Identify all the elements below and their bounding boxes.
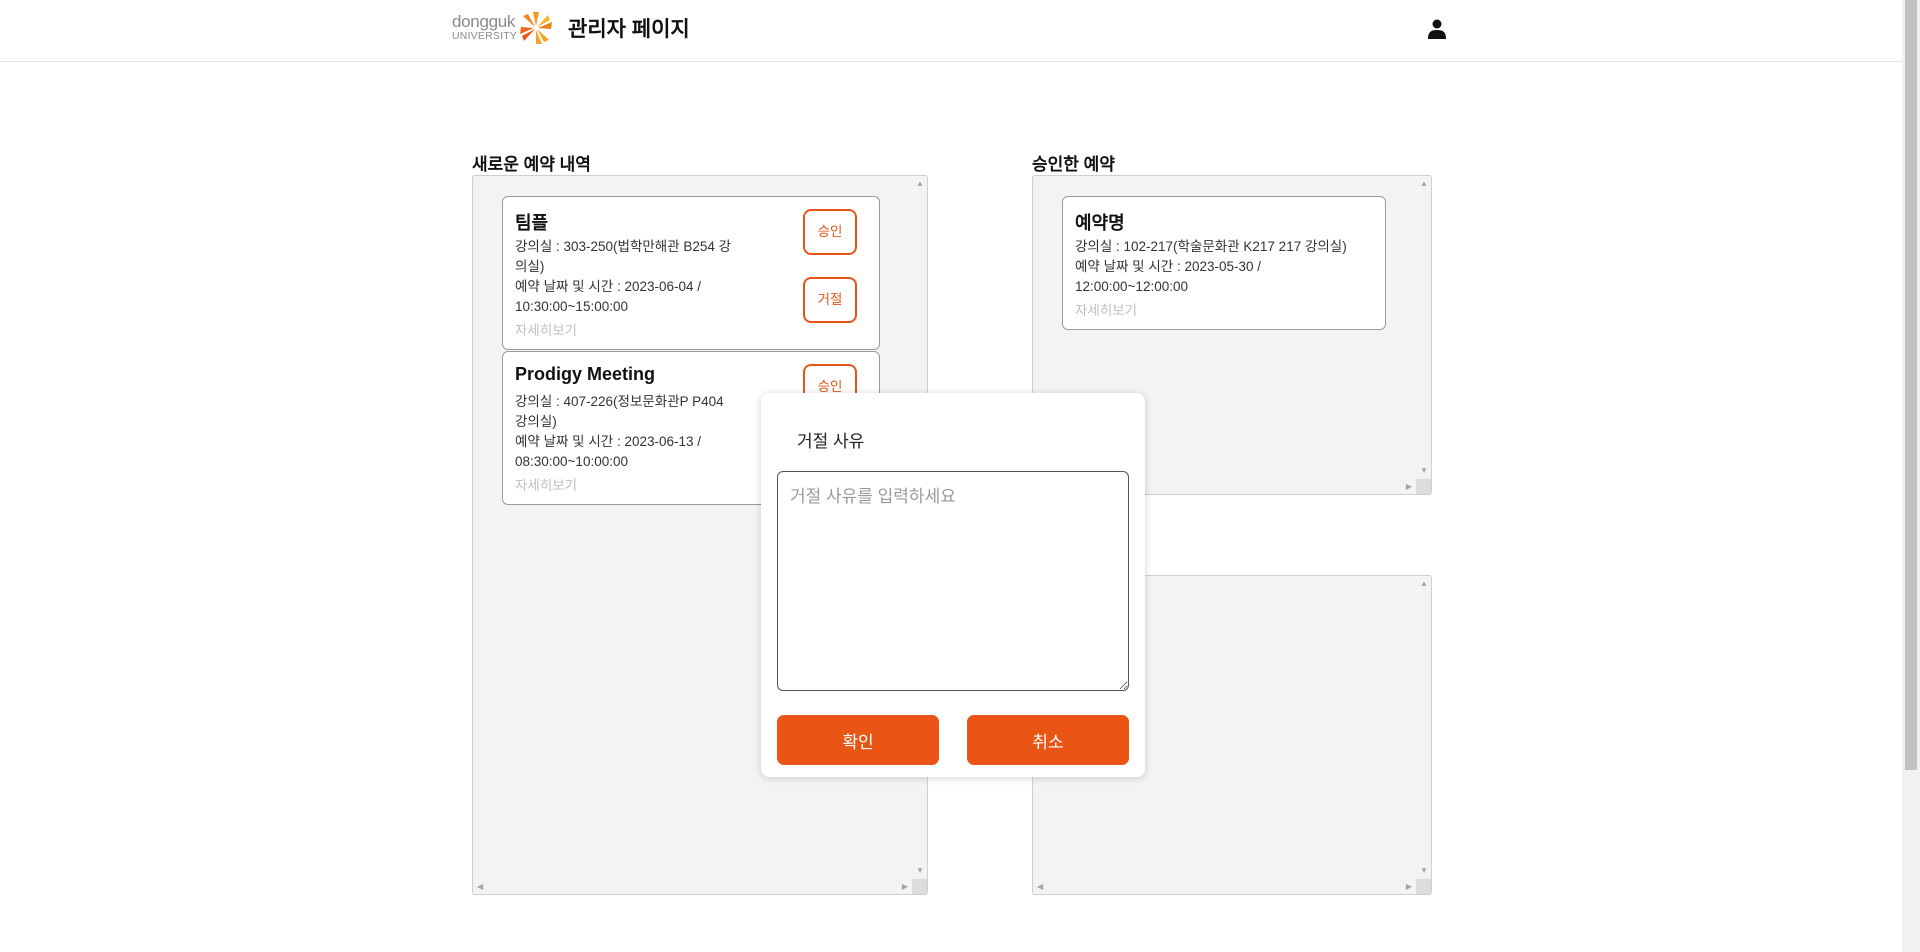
scrollbar-corner: [1416, 879, 1431, 894]
details-link[interactable]: 자세히보기: [1075, 299, 1137, 319]
scrollbar-corner: [912, 879, 927, 894]
details-link[interactable]: 자세히보기: [515, 319, 577, 339]
confirm-button[interactable]: 확인: [777, 715, 939, 765]
reservation-time: 예약 날짜 및 시간 : 2023-05-30 /: [1075, 259, 1262, 274]
reservation-room-cont: 강의실): [515, 414, 557, 429]
scroll-right-arrow-icon[interactable]: ▶: [1406, 483, 1412, 491]
reservation-title: Prodigy Meeting: [515, 364, 656, 384]
logo-subtext: UNIVERSITY: [452, 30, 518, 42]
reservation-time-cont: 08:30:00~10:00:00: [515, 454, 628, 469]
logo-flower-icon: [520, 12, 552, 44]
page-title: 관리자 페이지: [568, 18, 690, 41]
approved-card: 예약명 강의실 : 102-217(학술문화관 K217 217 강의실) 예약…: [1062, 196, 1386, 330]
logo-text: dongguk: [452, 12, 516, 31]
reservation-time: 예약 날짜 및 시간 : 2023-06-04 /: [515, 279, 702, 294]
dongguk-logo[interactable]: dongguk UNIVERSITY: [452, 10, 556, 46]
scroll-up-arrow-icon[interactable]: ▲: [916, 180, 924, 188]
user-icon[interactable]: [1428, 19, 1446, 39]
approved-reservations-title: 승인한 예약: [1032, 155, 1115, 174]
scroll-right-arrow-icon[interactable]: ▶: [1406, 883, 1412, 891]
cancel-button[interactable]: 취소: [967, 715, 1129, 765]
reservation-room: 강의실 : 303-250(법학만해관 B254 강: [515, 239, 732, 254]
reject-button[interactable]: 거절: [803, 277, 857, 323]
page-scrollbar-thumb[interactable]: [1905, 0, 1917, 770]
vertical-scrollbar[interactable]: ▲ ▼: [1416, 176, 1431, 479]
reservation-card: 팀플 강의실 : 303-250(법학만해관 B254 강 의실) 예약 날짜 …: [502, 196, 880, 350]
reservation-time: 예약 날짜 및 시간 : 2023-06-13 /: [515, 434, 702, 449]
reservation-title: 팀플: [515, 213, 549, 233]
scroll-right-arrow-icon[interactable]: ▶: [902, 883, 908, 891]
reject-reason-modal: 거절 사유 확인 취소: [761, 393, 1145, 777]
scrollbar-corner: [1416, 479, 1431, 494]
reservation-room-cont: 의실): [515, 259, 545, 274]
scroll-left-arrow-icon[interactable]: ◀: [1037, 883, 1043, 891]
reservation-time-cont: 10:30:00~15:00:00: [515, 299, 628, 314]
new-reservations-title: 새로운 예약 내역: [472, 155, 591, 174]
page-scrollbar[interactable]: [1902, 0, 1920, 952]
scroll-left-arrow-icon[interactable]: ◀: [477, 883, 483, 891]
horizontal-scrollbar[interactable]: ◀ ▶: [1033, 879, 1416, 894]
top-header: dongguk UNIVERSITY 관리자 페이지: [0, 0, 1902, 62]
reservation-title: 예약명: [1075, 213, 1125, 233]
scroll-up-arrow-icon[interactable]: ▲: [1420, 180, 1428, 188]
scroll-down-arrow-icon[interactable]: ▼: [916, 867, 924, 875]
details-link[interactable]: 자세히보기: [515, 474, 577, 494]
reject-reason-input[interactable]: [777, 471, 1129, 691]
scroll-down-arrow-icon[interactable]: ▼: [1420, 867, 1428, 875]
scroll-up-arrow-icon[interactable]: ▲: [1420, 580, 1428, 588]
approve-button[interactable]: 승인: [803, 209, 857, 255]
horizontal-scrollbar[interactable]: ◀ ▶: [473, 879, 912, 894]
scroll-down-arrow-icon[interactable]: ▼: [1420, 467, 1428, 475]
reservation-room: 강의실 : 102-217(학술문화관 K217 217 강의실): [1075, 239, 1347, 254]
reservation-room: 강의실 : 407-226(정보문화관P P404: [515, 394, 724, 409]
modal-title: 거절 사유: [797, 432, 865, 451]
vertical-scrollbar[interactable]: ▲ ▼: [1416, 576, 1431, 879]
reservation-time-cont: 12:00:00~12:00:00: [1075, 279, 1188, 294]
